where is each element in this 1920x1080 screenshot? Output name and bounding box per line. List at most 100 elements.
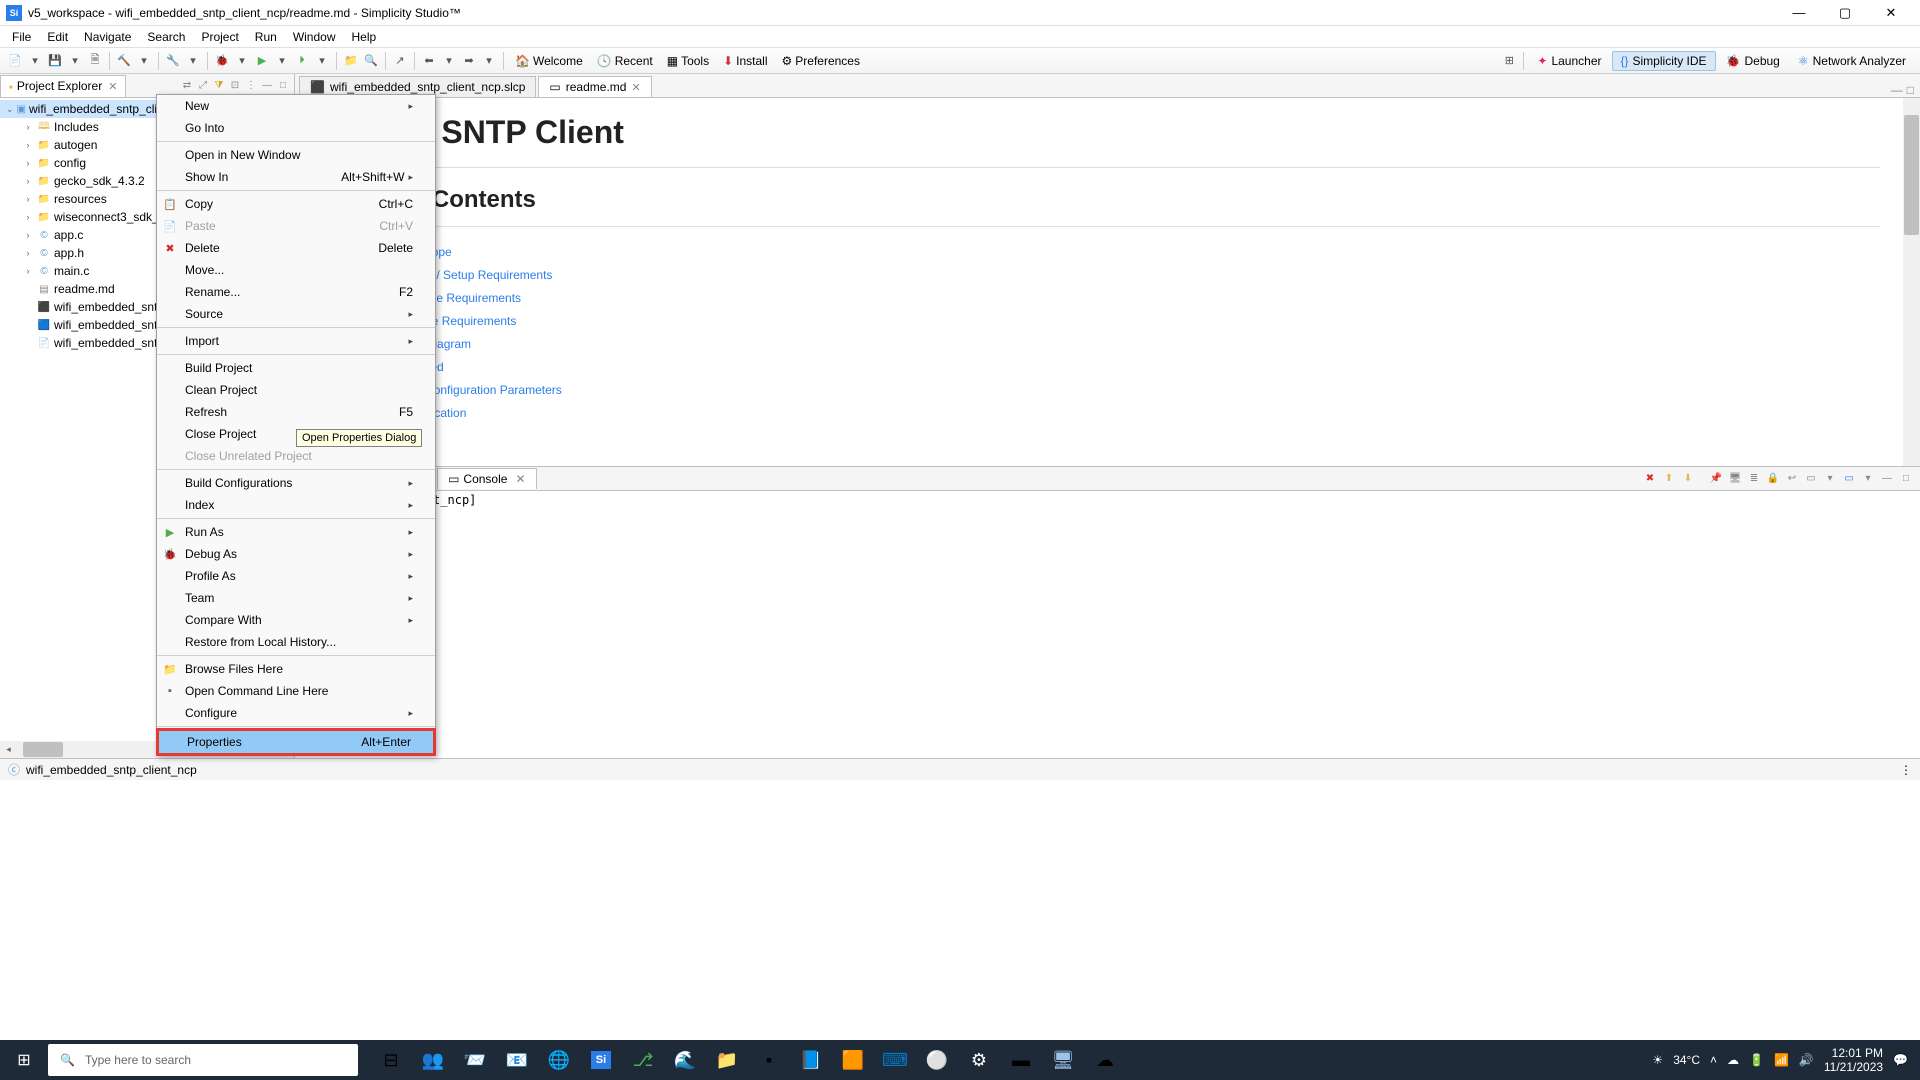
menu-icon[interactable]: ⋮ <box>244 79 258 93</box>
launcher-perspective[interactable]: ✦Launcher <box>1529 52 1609 70</box>
back-icon[interactable]: ⬅ <box>420 52 438 70</box>
scroll-thumb[interactable] <box>1904 115 1919 235</box>
dropdown-icon[interactable]: ▾ <box>184 52 202 70</box>
menu-file[interactable]: File <box>4 28 39 46</box>
save-icon[interactable]: 💾 <box>46 52 64 70</box>
menu-item-build-configurations[interactable]: Build Configurations▸ <box>157 472 435 494</box>
app2-icon[interactable]: 🖥 <box>1042 1040 1084 1080</box>
maximize-icon[interactable]: □ <box>1907 83 1914 97</box>
menu-project[interactable]: Project <box>193 28 246 46</box>
vertical-scrollbar[interactable] <box>1903 98 1920 466</box>
maximize-button[interactable]: ▢ <box>1822 0 1868 26</box>
recent-button[interactable]: 🕓Recent <box>591 54 659 68</box>
simplicity-studio-icon[interactable]: Si <box>580 1040 622 1080</box>
menu-item-new[interactable]: New▸ <box>157 95 435 117</box>
menu-item-rename-[interactable]: Rename...F2 <box>157 281 435 303</box>
menu-search[interactable]: Search <box>139 28 193 46</box>
profile-icon[interactable]: ⏵ <box>293 52 311 70</box>
menu-item-profile-as[interactable]: Profile As▸ <box>157 565 435 587</box>
display-icon[interactable]: 🖥 <box>1727 471 1743 487</box>
dropdown-icon[interactable]: ▾ <box>233 52 251 70</box>
dropdown-icon[interactable]: ▾ <box>440 52 458 70</box>
scroll-thumb[interactable] <box>23 742 63 757</box>
app-icon[interactable]: ⚪ <box>916 1040 958 1080</box>
outlook-icon[interactable]: 📧 <box>496 1040 538 1080</box>
menu-item-open-command-line-here[interactable]: ▪Open Command Line Here <box>157 680 435 702</box>
menu-item-show-in[interactable]: Show InAlt+Shift+W▸ <box>157 166 435 188</box>
debug-icon[interactable]: 🐞 <box>213 52 231 70</box>
close-button[interactable]: ✕ <box>1868 0 1914 26</box>
chrome-icon[interactable]: 🌐 <box>538 1040 580 1080</box>
tools-button[interactable]: ▦Tools <box>661 54 715 68</box>
collapse-icon[interactable]: ⇄ <box>180 79 194 93</box>
menu-help[interactable]: Help <box>344 28 385 46</box>
explorer-icon[interactable]: 📁 <box>706 1040 748 1080</box>
menu-item-move-[interactable]: Move... <box>157 259 435 281</box>
welcome-button[interactable]: 🏠Welcome <box>509 54 589 68</box>
onedrive-icon[interactable]: ☁ <box>1727 1053 1739 1067</box>
preferences-button[interactable]: ⚙Preferences <box>776 54 866 68</box>
ubuntu-icon[interactable]: 🟧 <box>832 1040 874 1080</box>
menu-item-copy[interactable]: 📋CopyCtrl+C <box>157 193 435 215</box>
new-icon[interactable]: 📄 <box>6 52 24 70</box>
edge-icon[interactable]: 🌊 <box>664 1040 706 1080</box>
open-perspective-icon[interactable]: ⊞ <box>1500 52 1518 70</box>
volume-icon[interactable]: 🔊 <box>1799 1053 1814 1067</box>
forward-icon[interactable]: ➡ <box>460 52 478 70</box>
menu-item-run-as[interactable]: ▶Run As▸ <box>157 521 435 543</box>
pin-icon[interactable]: 📌 <box>1708 471 1724 487</box>
clear-icon[interactable]: ≣ <box>1746 471 1762 487</box>
minimize-button[interactable]: — <box>1776 0 1822 26</box>
menu-item-compare-with[interactable]: Compare With▸ <box>157 609 435 631</box>
taskbar-search[interactable]: 🔍 Type here to search <box>48 1044 358 1076</box>
settings-icon[interactable]: ⚙ <box>958 1040 1000 1080</box>
menu-item-import[interactable]: Import▸ <box>157 330 435 352</box>
export-icon[interactable]: ↗ <box>391 52 409 70</box>
weather-icon[interactable]: ☀ <box>1652 1053 1663 1067</box>
terminal-icon[interactable]: ▭ <box>1803 471 1819 487</box>
menu-item-index[interactable]: Index▸ <box>157 494 435 516</box>
link-icon[interactable]: ⤢ <box>196 79 210 93</box>
run-icon[interactable]: ▶ <box>253 52 271 70</box>
dropdown-icon[interactable]: ▾ <box>1860 471 1876 487</box>
start-button[interactable]: ⊞ <box>0 1040 48 1080</box>
close-icon[interactable]: ✕ <box>108 80 117 93</box>
vscode-icon[interactable]: ⌨ <box>874 1040 916 1080</box>
lock-icon[interactable]: 🔒 <box>1765 471 1781 487</box>
minimize-icon[interactable]: — <box>1879 471 1895 487</box>
dropdown-icon[interactable]: ▾ <box>480 52 498 70</box>
menu-item-go-into[interactable]: Go Into <box>157 117 435 139</box>
git-icon[interactable]: ⎇ <box>622 1040 664 1080</box>
menu-window[interactable]: Window <box>285 28 344 46</box>
close-icon[interactable]: ✕ <box>515 472 525 486</box>
dropdown-icon[interactable]: ▾ <box>273 52 291 70</box>
dropdown-icon[interactable]: ▾ <box>1822 471 1838 487</box>
focus-icon[interactable]: ⊡ <box>228 79 242 93</box>
save-all-icon[interactable]: 🗎 <box>86 52 104 70</box>
editor-tab[interactable]: ▭readme.md✕ <box>538 76 651 97</box>
app3-icon[interactable]: ☁ <box>1084 1040 1126 1080</box>
maximize-icon[interactable]: □ <box>1898 471 1914 487</box>
menu-item-restore-from-local-history-[interactable]: Restore from Local History... <box>157 631 435 653</box>
wrench-icon[interactable]: 🔧 <box>164 52 182 70</box>
menu-navigate[interactable]: Navigate <box>76 28 139 46</box>
project-explorer-tab[interactable]: 🞍 Project Explorer ✕ <box>0 75 126 97</box>
menu-item-build-project[interactable]: Build Project <box>157 357 435 379</box>
minimize-icon[interactable]: — <box>260 79 274 93</box>
readme-content[interactable]: Wi-Fi - SNTP Client Table of Contents Pu… <box>295 98 1920 466</box>
cmd-icon[interactable]: ▬ <box>1000 1040 1042 1080</box>
menu-item-open-in-new-window[interactable]: Open in New Window <box>157 144 435 166</box>
wifi-icon[interactable]: 📶 <box>1774 1053 1789 1067</box>
search-icon[interactable]: 🔍 <box>362 52 380 70</box>
dropdown-icon[interactable]: ▾ <box>26 52 44 70</box>
dropdown-icon[interactable]: ▾ <box>66 52 84 70</box>
menu-edit[interactable]: Edit <box>39 28 76 46</box>
dropdown-icon[interactable]: ▾ <box>313 52 331 70</box>
menu-item-delete[interactable]: ✖DeleteDelete <box>157 237 435 259</box>
menu-item-refresh[interactable]: RefreshF5 <box>157 401 435 423</box>
hammer-icon[interactable]: 🔨 <box>115 52 133 70</box>
menu-item-clean-project[interactable]: Clean Project <box>157 379 435 401</box>
folder-icon[interactable]: 📁 <box>342 52 360 70</box>
status-menu-icon[interactable]: ⋮ <box>1900 763 1912 777</box>
minimize-icon[interactable]: — <box>1891 83 1903 97</box>
